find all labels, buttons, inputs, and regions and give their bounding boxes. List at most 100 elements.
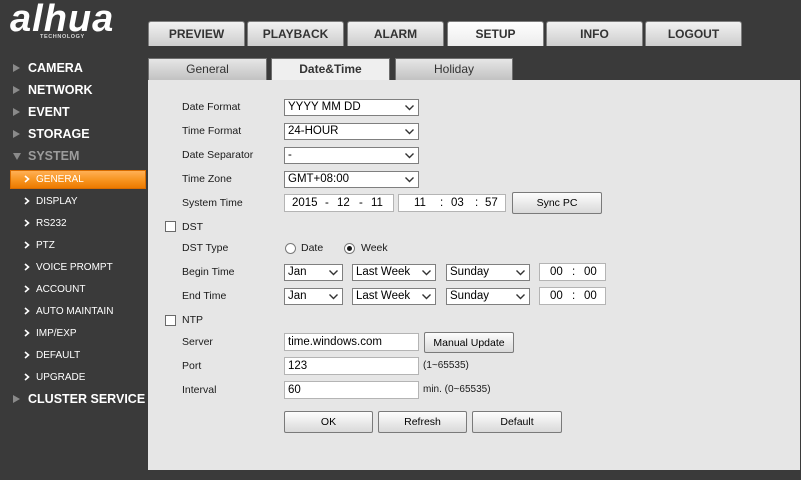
sidebar-subitem-general[interactable]: GENERAL (10, 170, 146, 189)
end-month-value: Jan (288, 290, 307, 302)
end-time-label: End Time (182, 290, 227, 302)
sidebar-subitem-label: IMP/EXP (36, 328, 77, 339)
hour-value[interactable]: 11 (414, 195, 426, 211)
date-separator-select[interactable]: - (284, 147, 419, 164)
system-date-field[interactable]: 2015 - 12 - 11 (284, 194, 394, 212)
sidebar-subitem-upgrade[interactable]: UPGRADE (10, 368, 146, 387)
ntp-label: NTP (182, 314, 203, 326)
sidebar: CAMERA NETWORK EVENT STORAGE SYSTEM GENE… (0, 50, 147, 480)
ok-button[interactable]: OK (284, 411, 373, 433)
chevron-right-icon (24, 175, 30, 183)
begin-weekday-select[interactable]: Sunday (446, 264, 530, 281)
dst-type-week-radio[interactable] (344, 243, 355, 254)
time-separator-glyph: : (572, 266, 576, 278)
end-hour-value[interactable]: 00 (550, 288, 563, 304)
date-separator-label: Date Separator (182, 149, 254, 161)
tab-general[interactable]: General (148, 58, 267, 80)
year-value[interactable]: 2015 (292, 195, 318, 211)
chevron-down-icon (516, 270, 525, 276)
sidebar-subitem-imp-exp[interactable]: IMP/EXP (10, 324, 146, 343)
time-separator-glyph: : (440, 197, 444, 209)
second-value[interactable]: 57 (485, 195, 498, 211)
ntp-server-input[interactable] (284, 333, 419, 351)
system-clock-field[interactable]: 11 : 03 : 57 (398, 194, 506, 212)
manual-update-button[interactable]: Manual Update (424, 332, 514, 353)
brand-logo: alhua TECHNOLOGY (10, 0, 130, 46)
nav-tab-info[interactable]: INFO (546, 21, 643, 46)
date-separator-glyph: - (325, 197, 329, 209)
dst-label: DST (182, 221, 203, 233)
interval-label: Interval (182, 384, 217, 396)
sidebar-item-system[interactable]: SYSTEM (0, 145, 146, 167)
sidebar-subitem-label: AUTO MAINTAIN (36, 306, 114, 317)
sidebar-item-event[interactable]: EVENT (0, 101, 146, 123)
day-value[interactable]: 11 (371, 195, 383, 211)
sidebar-subitem-ptz[interactable]: PTZ (10, 236, 146, 255)
begin-hour-value[interactable]: 00 (550, 264, 563, 280)
interval-input[interactable] (284, 381, 419, 399)
chevron-right-icon (24, 329, 30, 337)
month-value[interactable]: 12 (337, 195, 350, 211)
sidebar-item-label: NETWORK (28, 83, 93, 97)
end-clock-field[interactable]: 00 : 00 (539, 287, 606, 305)
sidebar-subitem-auto-maintain[interactable]: AUTO MAINTAIN (10, 302, 146, 321)
tab-holiday[interactable]: Holiday (395, 58, 513, 80)
sidebar-item-label: CLUSTER SERVICE (28, 392, 146, 406)
dst-checkbox[interactable] (165, 221, 176, 232)
chevron-right-icon (24, 197, 30, 205)
nav-tab-playback[interactable]: PLAYBACK (247, 21, 344, 46)
sidebar-subitem-label: DISPLAY (36, 196, 78, 207)
triangle-down-icon (13, 153, 21, 160)
time-zone-select[interactable]: GMT+08:00 (284, 171, 419, 188)
date-format-select[interactable]: YYYY MM DD (284, 99, 419, 116)
default-button[interactable]: Default (472, 411, 562, 433)
sidebar-subitem-account[interactable]: ACCOUNT (10, 280, 146, 299)
end-weekday-select[interactable]: Sunday (446, 288, 530, 305)
sidebar-subitem-label: PTZ (36, 240, 55, 251)
tab-date-time[interactable]: Date&Time (271, 58, 390, 80)
triangle-right-icon (13, 395, 20, 403)
begin-month-select[interactable]: Jan (284, 264, 343, 281)
chevron-right-icon (24, 307, 30, 315)
nav-tab-logout[interactable]: LOGOUT (645, 21, 742, 46)
sidebar-subitem-display[interactable]: DISPLAY (10, 192, 146, 211)
end-minute-value[interactable]: 00 (584, 288, 597, 304)
time-separator-glyph: : (475, 197, 479, 209)
begin-clock-field[interactable]: 00 : 00 (539, 263, 606, 281)
nav-tab-preview[interactable]: PREVIEW (148, 21, 245, 46)
chevron-down-icon (422, 294, 431, 300)
system-time-label: System Time (182, 197, 243, 209)
sidebar-subitem-voice-prompt[interactable]: VOICE PROMPT (10, 258, 146, 277)
sidebar-item-storage[interactable]: STORAGE (0, 123, 146, 145)
nav-tab-setup[interactable]: SETUP (447, 21, 544, 46)
begin-minute-value[interactable]: 00 (584, 264, 597, 280)
end-week-value: Last Week (356, 290, 411, 302)
date-format-value: YYYY MM DD (288, 101, 361, 113)
end-month-select[interactable]: Jan (284, 288, 343, 305)
sidebar-item-network[interactable]: NETWORK (0, 79, 146, 101)
logo-tagline: TECHNOLOGY (40, 34, 85, 40)
nav-tab-alarm[interactable]: ALARM (347, 21, 444, 46)
chevron-down-icon (329, 294, 338, 300)
time-format-select[interactable]: 24-HOUR (284, 123, 419, 140)
ntp-checkbox[interactable] (165, 315, 176, 326)
minute-value[interactable]: 03 (451, 195, 464, 211)
begin-week-select[interactable]: Last Week (352, 264, 436, 281)
sidebar-item-camera[interactable]: CAMERA (0, 57, 146, 79)
sync-pc-button[interactable]: Sync PC (512, 192, 602, 214)
sidebar-item-label: STORAGE (28, 127, 90, 141)
port-input[interactable] (284, 357, 419, 375)
chevron-right-icon (24, 373, 30, 381)
server-label: Server (182, 336, 213, 348)
sidebar-item-label: EVENT (28, 105, 70, 119)
end-week-select[interactable]: Last Week (352, 288, 436, 305)
time-zone-label: Time Zone (182, 173, 232, 185)
dst-type-date-radio[interactable] (285, 243, 296, 254)
sidebar-item-cluster-service[interactable]: CLUSTER SERVICE (0, 388, 146, 410)
time-separator-glyph: : (572, 290, 576, 302)
refresh-button[interactable]: Refresh (378, 411, 467, 433)
end-weekday-value: Sunday (450, 290, 490, 302)
date-separator-value: - (288, 149, 292, 161)
sidebar-subitem-default[interactable]: DEFAULT (10, 346, 146, 365)
sidebar-subitem-rs232[interactable]: RS232 (10, 214, 146, 233)
